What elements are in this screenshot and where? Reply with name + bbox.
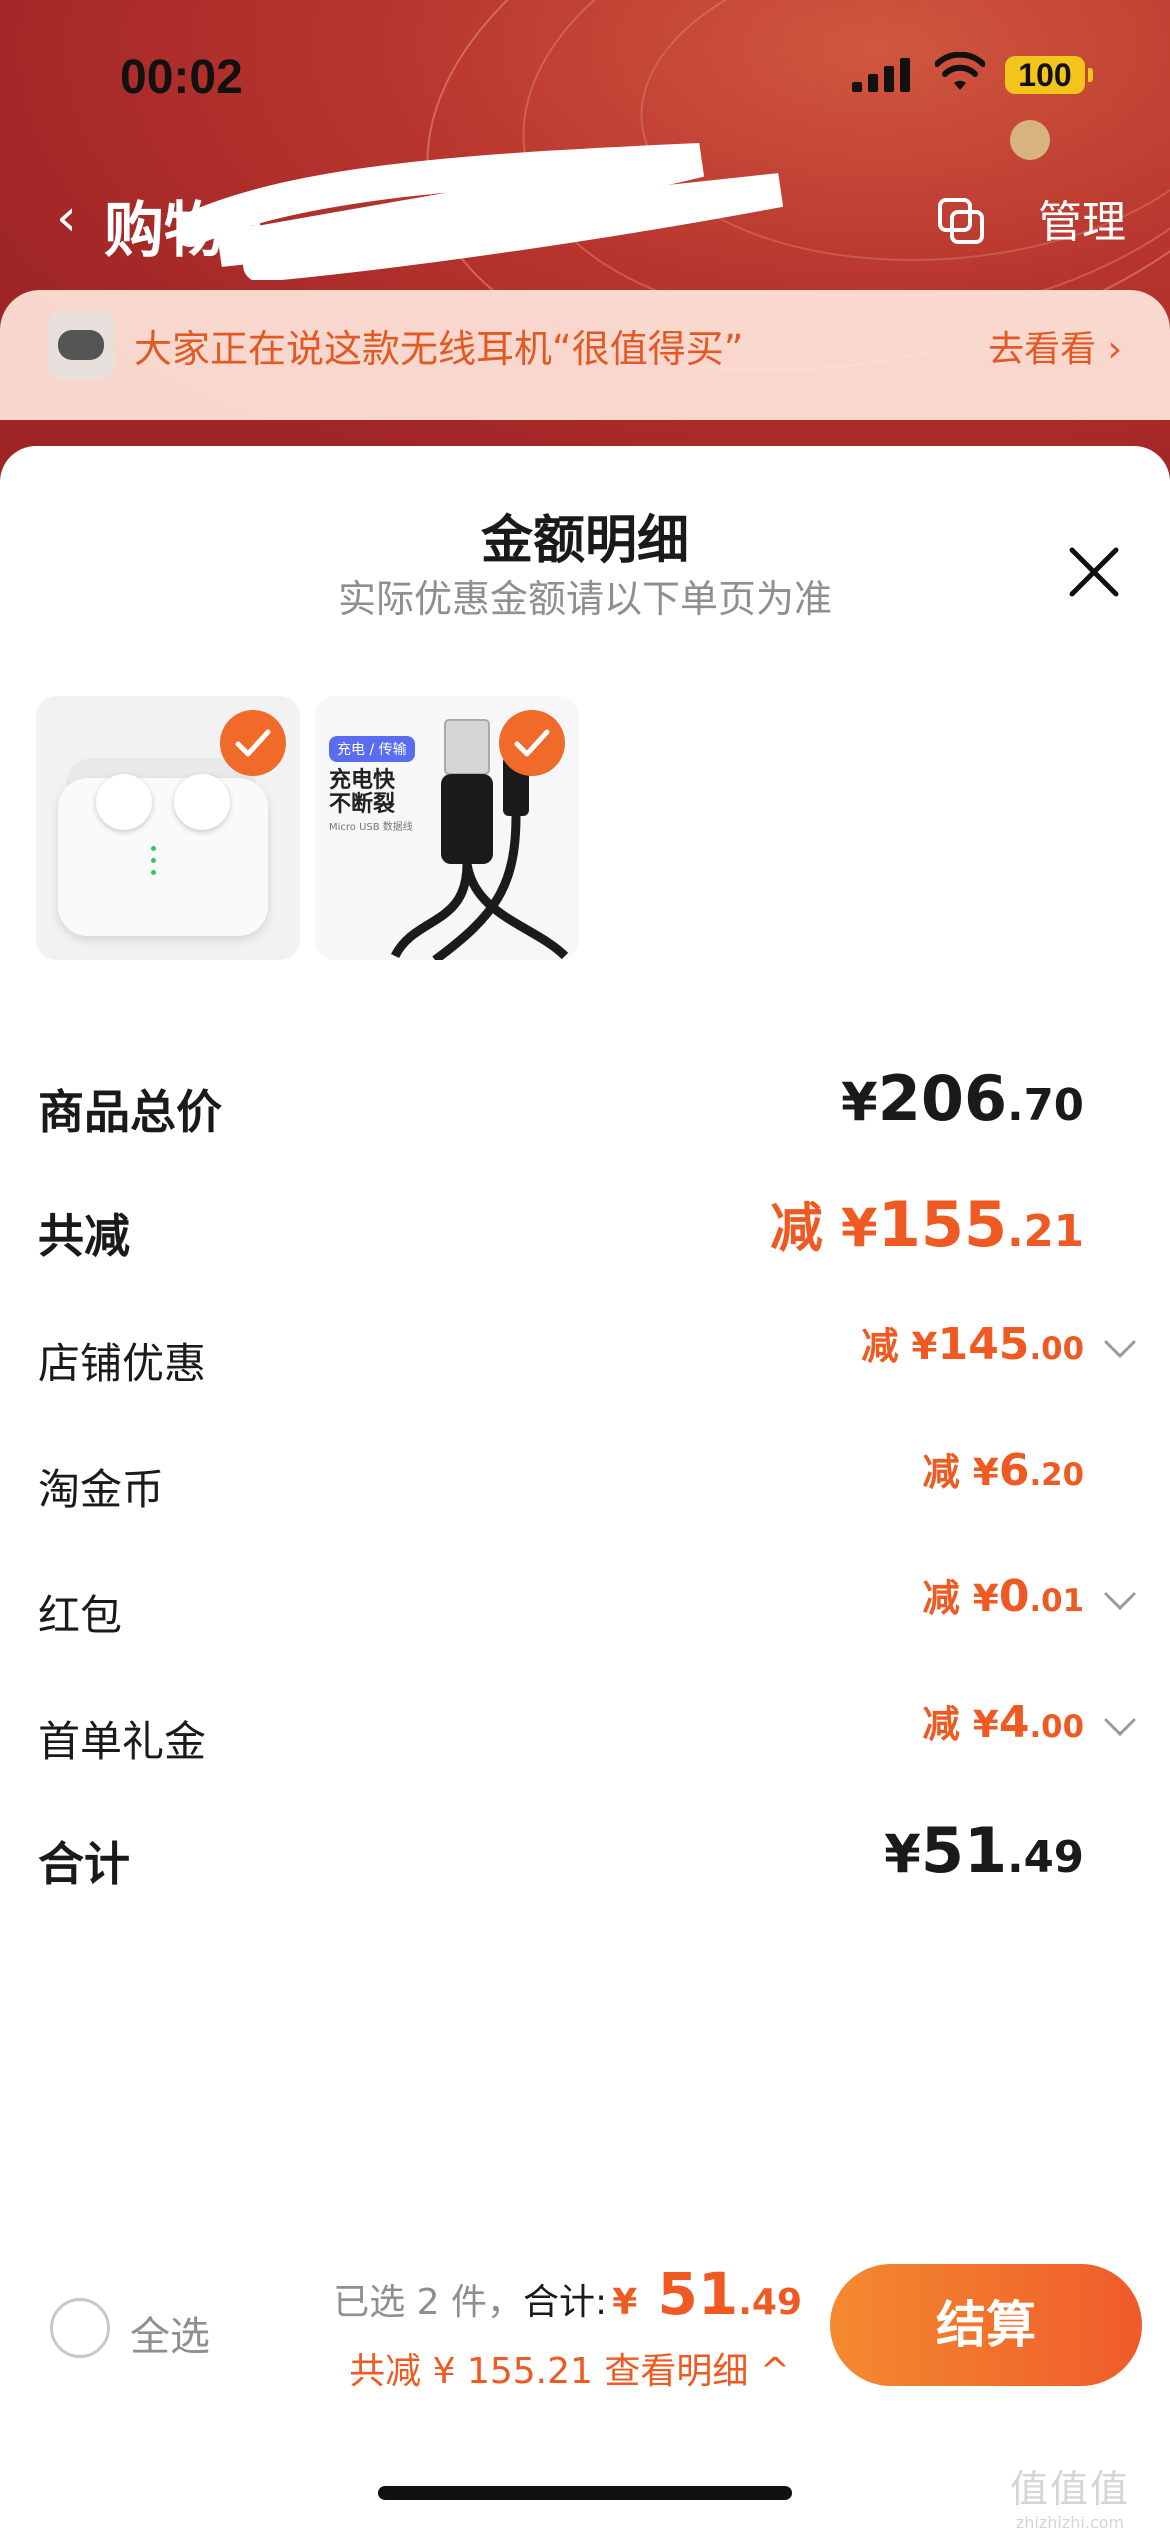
wifi-icon bbox=[935, 52, 985, 90]
currency-symbol: ¥ bbox=[884, 1824, 921, 1885]
amount-decimal: .00 bbox=[1029, 1709, 1084, 1745]
checkout-bar: 全选 已选 2 件，合计: ¥ 51.49 共减 ¥ 155.21 查看明细 ^… bbox=[0, 2240, 1170, 2440]
share-cart-icon[interactable] bbox=[936, 196, 986, 246]
amount-integer: 206 bbox=[877, 1062, 1008, 1135]
row-taojinbi: 淘金币 减 ¥6.20 bbox=[0, 1442, 1170, 1532]
discount-prefix: 减 bbox=[922, 1702, 973, 1746]
row-label: 合计 bbox=[38, 1837, 130, 1891]
watermark: 值值值 zhizhizhi.com bbox=[1010, 2458, 1130, 2532]
currency-symbol: ¥ bbox=[612, 2282, 638, 2323]
amount-integer: 51 bbox=[920, 1814, 1008, 1887]
chevron-down-icon[interactable] bbox=[1102, 1586, 1138, 1616]
cart-nav-bar: ‹ 购物车 管理 bbox=[0, 143, 1170, 280]
amount-integer: 155 bbox=[877, 1188, 1008, 1261]
banner-more-link[interactable]: 去看看 › bbox=[988, 320, 1122, 372]
row-label: 首单礼金 bbox=[38, 1717, 207, 1766]
currency-symbol: ¥ bbox=[911, 1324, 938, 1368]
currency-symbol: ¥ bbox=[972, 1576, 999, 1620]
home-indicator[interactable] bbox=[378, 2486, 792, 2500]
selected-products: 充电 / 传输 充电快 不断裂 Micro USB 数据线 bbox=[36, 696, 1136, 960]
row-label: 红包 bbox=[38, 1591, 123, 1640]
selected-count: 已选 2 件， bbox=[333, 2282, 523, 2323]
row-label: 共减 bbox=[38, 1209, 130, 1263]
row-grand-total: 合计 ¥51.49 bbox=[0, 1814, 1170, 1904]
banner-text: 大家正在说这款无线耳机“很值得买” bbox=[134, 327, 744, 371]
amount-decimal: .20 bbox=[1029, 1457, 1084, 1493]
row-subtotal: 商品总价 ¥206.70 bbox=[0, 1062, 1170, 1152]
amount-integer: 0 bbox=[998, 1571, 1030, 1622]
row-amount: 减 ¥0.01 bbox=[922, 1568, 1084, 1622]
earbuds-thumbnail bbox=[48, 312, 114, 378]
discount-summary[interactable]: 共减 ¥ 155.21 查看明细 ^ bbox=[349, 2342, 790, 2394]
currency-symbol: ¥ bbox=[841, 1198, 878, 1259]
earbud-left bbox=[96, 774, 152, 830]
earbud-right bbox=[174, 774, 230, 830]
earbuds-case bbox=[58, 778, 268, 936]
redaction-scribble bbox=[180, 143, 784, 280]
row-label: 店铺优惠 bbox=[38, 1339, 207, 1388]
status-time: 00:02 bbox=[120, 51, 243, 104]
amount-integer: 6 bbox=[998, 1445, 1030, 1496]
currency-symbol: ¥ bbox=[841, 1072, 878, 1133]
row-amount: 减 ¥6.20 bbox=[922, 1442, 1084, 1496]
amount-integer: 51 bbox=[657, 2260, 739, 2328]
discount-prefix: 减 bbox=[770, 1198, 842, 1259]
led-dot bbox=[151, 870, 156, 875]
row-first-order-gift[interactable]: 首单礼金 减 ¥4.00 bbox=[0, 1694, 1170, 1784]
row-amount: ¥206.70 bbox=[841, 1062, 1084, 1135]
checked-icon[interactable] bbox=[220, 710, 286, 776]
bell-icon[interactable] bbox=[1010, 120, 1050, 160]
checked-icon[interactable] bbox=[499, 710, 565, 776]
discount-prefix: 减 bbox=[922, 1576, 973, 1620]
row-amount: 减 ¥155.21 bbox=[770, 1186, 1084, 1262]
amount-decimal: .21 bbox=[1007, 1207, 1084, 1257]
select-all-label[interactable]: 全选 bbox=[130, 2304, 210, 2362]
status-bar: 00:02 100 bbox=[0, 0, 1170, 140]
amount-decimal: .01 bbox=[1029, 1583, 1084, 1619]
watermark-url: zhizhizhi.com bbox=[1015, 2513, 1125, 2532]
recommendation-banner[interactable]: 大家正在说这款无线耳机“很值得买” 去看看 › bbox=[0, 290, 1170, 420]
discount-total: 共减 ¥ 155.21 bbox=[349, 2351, 593, 2392]
select-all-radio[interactable] bbox=[50, 2298, 110, 2358]
amount-decimal: .49 bbox=[738, 2282, 802, 2323]
row-label: 淘金币 bbox=[38, 1465, 165, 1514]
battery-indicator: 100 bbox=[1005, 56, 1093, 94]
row-amount: ¥51.49 bbox=[884, 1814, 1084, 1887]
amount-decimal: .49 bbox=[1007, 1833, 1084, 1883]
amount-decimal: .70 bbox=[1007, 1081, 1084, 1131]
currency-symbol: ¥ bbox=[972, 1702, 999, 1746]
led-dot bbox=[151, 858, 156, 863]
amount-integer: 4 bbox=[998, 1697, 1030, 1748]
close-icon[interactable] bbox=[1066, 544, 1122, 600]
total-label: 合计: bbox=[523, 2282, 608, 2323]
row-store-discount[interactable]: 店铺优惠 减 ¥145.00 bbox=[0, 1316, 1170, 1406]
watermark-logo: 值值值 bbox=[1010, 2467, 1131, 2511]
chevron-down-icon[interactable] bbox=[1102, 1334, 1138, 1364]
product-thumbnail-cable[interactable]: 充电 / 传输 充电快 不断裂 Micro USB 数据线 bbox=[315, 696, 579, 960]
discount-prefix: 减 bbox=[922, 1450, 973, 1494]
sheet-subtitle: 实际优惠金额请以下单页为准 bbox=[337, 577, 832, 621]
amount-detail-sheet: 金额明细 实际优惠金额请以下单页为准 充电 / 传输 充电快 不断裂 Micro… bbox=[0, 446, 1170, 2532]
view-detail-link[interactable]: 查看明细 ^ bbox=[604, 2351, 790, 2392]
discount-prefix: 减 bbox=[861, 1324, 912, 1368]
row-amount: 减 ¥145.00 bbox=[861, 1316, 1084, 1370]
chevron-down-icon[interactable] bbox=[1102, 1712, 1138, 1742]
row-label: 商品总价 bbox=[38, 1085, 222, 1139]
row-amount: 减 ¥4.00 bbox=[922, 1694, 1084, 1748]
product-thumbnail-earbuds[interactable] bbox=[36, 696, 300, 960]
amount-integer: 145 bbox=[937, 1319, 1030, 1370]
back-icon[interactable]: ‹ bbox=[56, 188, 77, 248]
currency-symbol: ¥ bbox=[972, 1450, 999, 1494]
cellular-signal-icon bbox=[852, 58, 910, 92]
row-red-packet[interactable]: 红包 减 ¥0.01 bbox=[0, 1568, 1170, 1658]
total-price: ¥ 51.49 bbox=[612, 2260, 802, 2328]
selection-summary: 已选 2 件，合计: ¥ 51.49 bbox=[333, 2260, 802, 2328]
amount-decimal: .00 bbox=[1029, 1331, 1084, 1367]
sheet-title: 金额明细 bbox=[480, 511, 689, 571]
manage-button[interactable]: 管理 bbox=[1038, 186, 1126, 250]
led-dot bbox=[151, 846, 156, 851]
checkout-button[interactable]: 结算 bbox=[830, 2264, 1142, 2386]
row-total-discount: 共减 减 ¥155.21 bbox=[0, 1186, 1170, 1276]
